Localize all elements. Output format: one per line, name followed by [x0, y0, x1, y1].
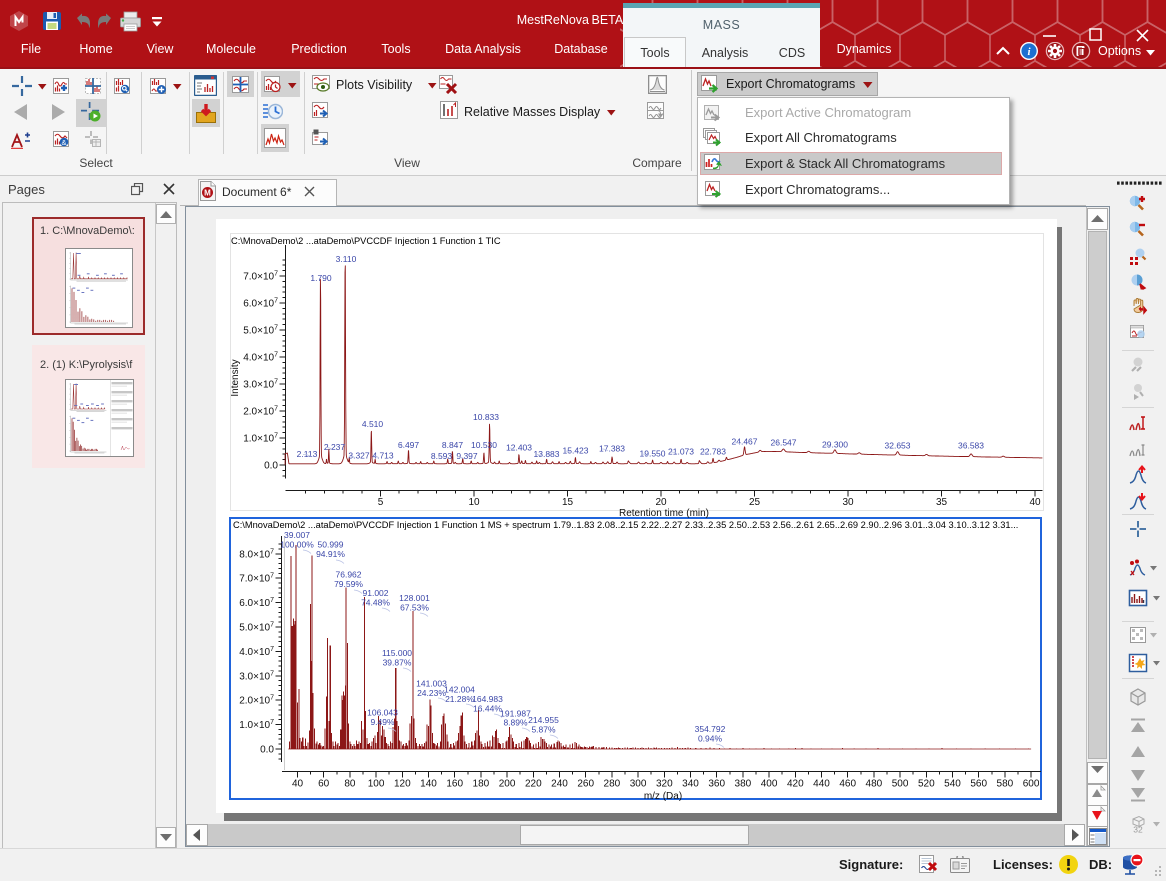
svg-text:320: 320: [656, 779, 673, 790]
svg-text:30: 30: [842, 497, 854, 508]
svg-text:3.0×107: 3.0×107: [239, 670, 274, 682]
svg-text:12.403: 12.403: [506, 443, 532, 453]
svg-text:540: 540: [944, 779, 961, 790]
svg-text:500: 500: [892, 779, 909, 790]
svg-text:9.49%: 9.49%: [370, 717, 395, 727]
svg-text:94.91%: 94.91%: [316, 549, 345, 559]
svg-text:0.0: 0.0: [260, 745, 274, 756]
svg-text:32: 32: [1133, 825, 1143, 835]
svg-text:M: M: [204, 189, 211, 198]
svg-text:520: 520: [918, 779, 935, 790]
svg-text:10.530: 10.530: [471, 440, 497, 450]
svg-text:5: 5: [378, 497, 384, 508]
svg-text:360: 360: [708, 779, 725, 790]
svg-text:340: 340: [682, 779, 699, 790]
svg-text:0.94%: 0.94%: [698, 733, 723, 743]
svg-text:4.0×107: 4.0×107: [239, 646, 274, 658]
svg-text:580: 580: [997, 779, 1014, 790]
svg-text:2.0×107: 2.0×107: [243, 406, 278, 418]
svg-text:220: 220: [525, 779, 542, 790]
svg-text:120: 120: [394, 779, 411, 790]
svg-text:600: 600: [1023, 779, 1040, 790]
svg-text:13.883: 13.883: [534, 449, 560, 459]
svg-text:80: 80: [344, 779, 356, 790]
svg-text:440: 440: [813, 779, 830, 790]
svg-text:9.397: 9.397: [456, 451, 478, 461]
svg-text:3.327: 3.327: [348, 451, 370, 461]
svg-text:25: 25: [749, 497, 761, 508]
svg-text:3.0×107: 3.0×107: [243, 379, 278, 391]
svg-text:240: 240: [551, 779, 568, 790]
svg-text:300: 300: [630, 779, 647, 790]
svg-text:7.0×107: 7.0×107: [239, 573, 274, 585]
svg-text:400: 400: [761, 779, 778, 790]
svg-text:2.237: 2.237: [324, 442, 346, 452]
svg-text:8.847: 8.847: [442, 440, 464, 450]
svg-text:19.550: 19.550: [640, 449, 666, 459]
svg-text:20: 20: [655, 497, 667, 508]
svg-text:10.833: 10.833: [473, 412, 499, 422]
svg-text:5.0×107: 5.0×107: [239, 622, 274, 634]
svg-text:8.89%: 8.89%: [503, 718, 528, 728]
svg-text:21.073: 21.073: [668, 447, 694, 457]
svg-text:100.00%: 100.00%: [280, 539, 314, 549]
svg-text:100: 100: [368, 779, 385, 790]
svg-text:4.510: 4.510: [362, 419, 384, 429]
svg-text:36.583: 36.583: [958, 441, 984, 451]
svg-text:140: 140: [420, 779, 437, 790]
svg-text:79.59%: 79.59%: [334, 579, 363, 589]
svg-text:280: 280: [604, 779, 621, 790]
svg-text:26.547: 26.547: [771, 438, 797, 448]
svg-text:6.497: 6.497: [398, 440, 420, 450]
svg-text:260: 260: [577, 779, 594, 790]
svg-text:7.0×107: 7.0×107: [243, 271, 278, 283]
svg-text:560: 560: [970, 779, 987, 790]
svg-text:67.53%: 67.53%: [400, 602, 429, 612]
svg-text:32.653: 32.653: [885, 441, 911, 451]
svg-text:24.467: 24.467: [732, 437, 758, 447]
svg-text:40: 40: [292, 779, 304, 790]
svg-text:Intensity: Intensity: [230, 359, 241, 396]
svg-text:35: 35: [936, 497, 948, 508]
svg-text:3.110: 3.110: [336, 254, 357, 264]
svg-text:21.28%: 21.28%: [445, 694, 474, 704]
svg-text:1.0×107: 1.0×107: [239, 719, 274, 731]
svg-text:480: 480: [866, 779, 883, 790]
svg-text:5.0×107: 5.0×107: [243, 325, 278, 337]
svg-text:4.0×107: 4.0×107: [243, 352, 278, 364]
svg-text:15.423: 15.423: [563, 446, 589, 456]
svg-text:17.383: 17.383: [599, 444, 625, 454]
svg-text:40: 40: [1029, 497, 1041, 508]
svg-text:380: 380: [735, 779, 752, 790]
svg-text:Retention time (min): Retention time (min): [619, 508, 709, 519]
svg-text:24.23%: 24.23%: [417, 688, 446, 698]
svg-text:6.0×107: 6.0×107: [243, 298, 278, 310]
svg-text:200: 200: [499, 779, 516, 790]
svg-text:15: 15: [562, 497, 574, 508]
svg-text:2.0×107: 2.0×107: [239, 695, 274, 707]
svg-text:4.713: 4.713: [372, 451, 394, 461]
svg-text:8.0×107: 8.0×107: [239, 548, 274, 560]
svg-text:2.113: 2.113: [297, 449, 318, 459]
svg-text:22.783: 22.783: [700, 447, 726, 457]
svg-text:6.0×107: 6.0×107: [239, 597, 274, 609]
svg-text:29.300: 29.300: [822, 440, 848, 450]
svg-text:8.593: 8.593: [431, 451, 453, 461]
svg-text:180: 180: [473, 779, 490, 790]
svg-text:460: 460: [839, 779, 856, 790]
svg-text:60: 60: [318, 779, 330, 790]
svg-text:16.44%: 16.44%: [473, 703, 502, 713]
svg-text:m/z (Da): m/z (Da): [644, 791, 682, 802]
svg-text:1.790: 1.790: [310, 273, 332, 283]
svg-text:39.87%: 39.87%: [383, 657, 412, 667]
svg-text:0.0: 0.0: [264, 461, 278, 472]
svg-text:1.0×107: 1.0×107: [243, 433, 278, 445]
svg-text:160: 160: [446, 779, 463, 790]
svg-text:74.48%: 74.48%: [361, 597, 390, 607]
svg-text:5.87%: 5.87%: [531, 724, 556, 734]
svg-text:10: 10: [468, 497, 480, 508]
svg-text:420: 420: [787, 779, 804, 790]
